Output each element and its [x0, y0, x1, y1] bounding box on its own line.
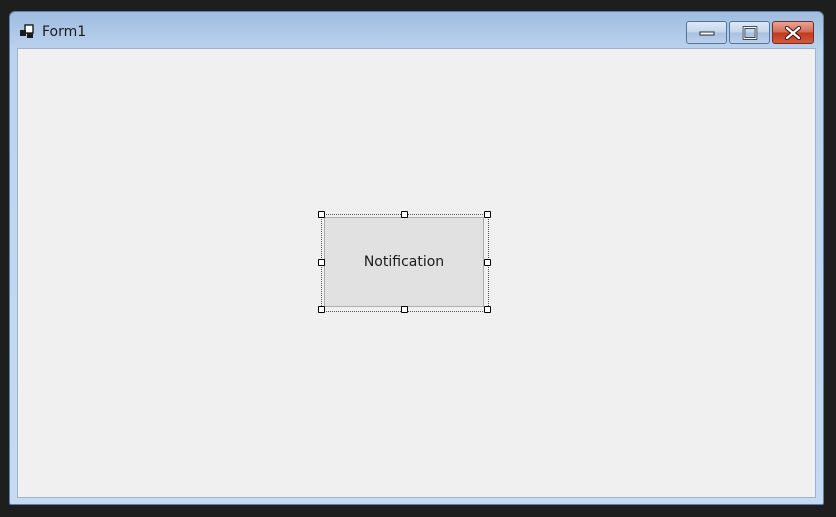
selected-control-frame: Notification — [318, 211, 491, 313]
resize-handle-right[interactable] — [484, 259, 491, 266]
minimize-button[interactable] — [686, 21, 727, 44]
caption-buttons — [686, 21, 814, 44]
minimize-icon — [699, 31, 714, 35]
notification-button-label: Notification — [363, 254, 445, 270]
resize-handle-top-left[interactable] — [318, 211, 325, 218]
form-window: Form1 Notification — [9, 11, 824, 505]
maximize-button[interactable] — [729, 21, 770, 44]
resize-handle-left[interactable] — [318, 259, 325, 266]
title-bar[interactable]: Form1 — [10, 12, 823, 48]
app-icon — [19, 24, 35, 40]
resize-handle-top-right[interactable] — [484, 211, 491, 218]
close-icon — [784, 25, 802, 40]
form-client-area[interactable]: Notification — [17, 48, 816, 498]
close-button[interactable] — [772, 21, 814, 44]
resize-handle-top[interactable] — [401, 211, 408, 218]
notification-button[interactable]: Notification — [324, 217, 484, 307]
resize-handle-bottom-left[interactable] — [318, 306, 325, 313]
window-title: Form1 — [42, 24, 87, 40]
resize-handle-bottom[interactable] — [401, 306, 408, 313]
maximize-icon — [742, 25, 757, 40]
resize-handle-bottom-right[interactable] — [484, 306, 491, 313]
